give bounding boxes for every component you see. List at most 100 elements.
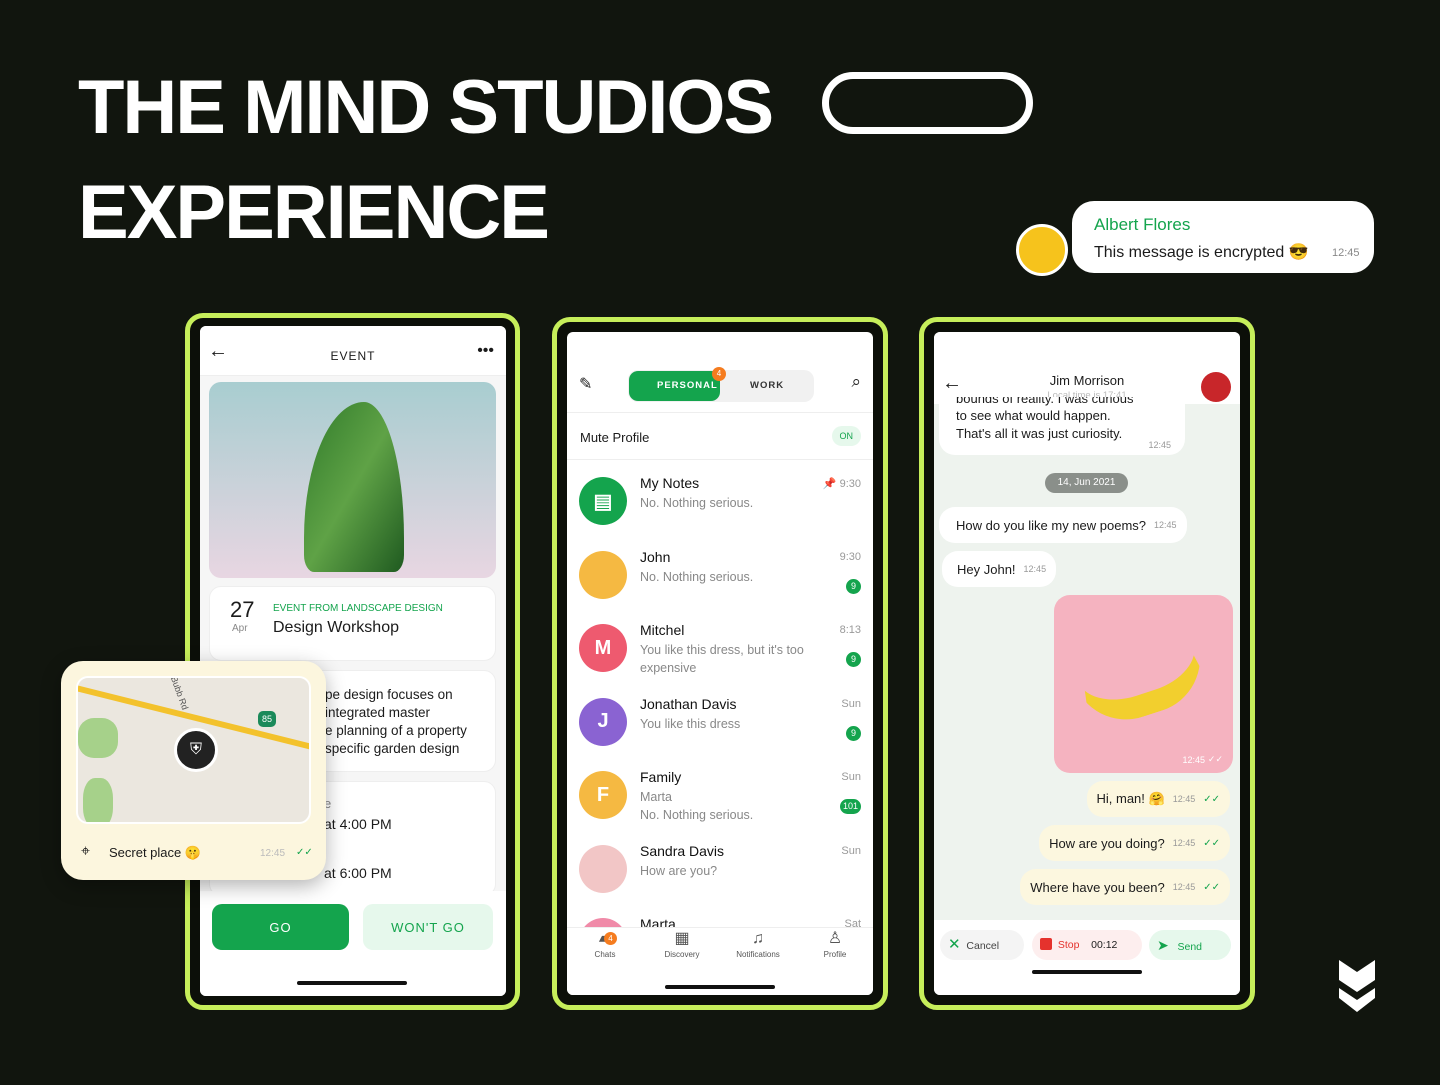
desc-line: specific garden design xyxy=(325,741,460,756)
send-button[interactable]: ➤ Send xyxy=(1149,930,1231,960)
chat-name: Jonathan Davis xyxy=(640,695,737,712)
chat-time: Sun xyxy=(841,697,861,710)
date-day: 27 xyxy=(230,597,255,622)
msg-line: That's all it was just curiosity. xyxy=(956,426,1123,441)
nav-chats[interactable]: ▰Chats xyxy=(570,928,640,959)
close-icon: ✕ xyxy=(948,936,961,953)
unread-badge: 9 xyxy=(846,652,861,667)
mute-profile-label: Mute Profile xyxy=(580,430,650,445)
cancel-label: Cancel xyxy=(966,940,1000,952)
nav-label: Notifications xyxy=(736,950,780,959)
search-icon[interactable]: ⌕ xyxy=(851,372,861,392)
chat-preview: No. Nothing serious. xyxy=(640,569,754,584)
end-time: at 6:00 PM xyxy=(324,865,392,881)
home-indicator xyxy=(297,981,407,985)
location-label: Secret place 🤫 xyxy=(109,845,202,860)
avatar: F xyxy=(579,771,627,819)
headline-line2: EXPERIENCE xyxy=(78,170,550,255)
wont-go-button[interactable]: WON'T GO xyxy=(363,904,493,950)
decorative-pill xyxy=(822,72,1033,134)
screen-title: EVENT xyxy=(330,349,376,363)
street-label: Bubb Rd xyxy=(168,676,191,712)
compose-icon[interactable]: ✎ xyxy=(579,374,592,394)
msg-line: to see what would happen. xyxy=(956,408,1111,423)
headline-line1: THE MIND STUDIOS xyxy=(78,65,774,150)
tab-personal[interactable]: PERSONAL xyxy=(629,371,720,401)
cancel-button[interactable]: ✕ Cancel xyxy=(940,930,1024,960)
event-name: Design Workshop xyxy=(273,619,399,636)
chat-name: John xyxy=(640,548,671,565)
record-duration: 00:12 xyxy=(1091,939,1118,951)
msg-time: 12:45 xyxy=(1182,755,1205,765)
notes-icon: ▤ xyxy=(579,477,627,525)
event-label: EVENT FROM LANDSCAPE DESIGN xyxy=(273,603,443,614)
nav-discovery[interactable]: ▦ Discovery xyxy=(647,928,717,959)
chat-list-item[interactable]: ▤ My Notes No. Nothing serious. 📌 9:30 xyxy=(567,465,873,538)
nav-label: Chats xyxy=(594,950,616,959)
banana-image[interactable]: 12:45 ✓✓ xyxy=(1054,595,1233,773)
msg-time: 12:45 xyxy=(1023,564,1047,574)
msg-time: 12:45 xyxy=(1148,440,1171,450)
avatar xyxy=(579,550,627,599)
start-time: at 4:00 PM xyxy=(324,816,392,832)
date-chip: 14, Jun 2021 xyxy=(1045,473,1128,493)
read-check-icon: ✓✓ xyxy=(1203,881,1220,893)
tab-badge: 4 xyxy=(712,367,726,381)
chat-name: Family xyxy=(640,769,682,785)
location-message-card[interactable]: Bubb Rd 85 ⛨ ⌖ Secret place 🤫 12:45 ✓✓ xyxy=(61,661,326,880)
go-button[interactable]: GO xyxy=(212,904,349,950)
event-card[interactable]: 27 Apr EVENT FROM LANDSCAPE DESIGN Desig… xyxy=(209,586,496,661)
bell-icon: ♫ xyxy=(752,930,764,947)
unread-badge: 101 xyxy=(839,799,861,814)
chat-list-item[interactable]: John No. Nothing serious. 9:30 9 xyxy=(567,539,873,612)
leaf-image xyxy=(209,382,496,578)
home-indicator xyxy=(1032,970,1142,974)
read-check-icon: ✓✓ xyxy=(1203,793,1220,805)
chat-time: Sun xyxy=(841,771,861,783)
sender-name: Albert Flores xyxy=(1094,215,1191,234)
msg-time: 12:45 xyxy=(1172,794,1196,804)
chat-name: Mitchel xyxy=(640,622,685,638)
desc-line: pe design focuses on xyxy=(325,687,453,702)
chat-preview: You like this dress, but it's too expens… xyxy=(640,643,804,675)
avatar-initial: J xyxy=(597,710,609,732)
shield-icon: ⛨ xyxy=(174,728,218,772)
nav-profile[interactable]: ♙ Profile xyxy=(800,928,870,959)
send-icon: ➤ xyxy=(1157,937,1169,953)
unread-badge: 9 xyxy=(846,578,861,594)
chat-list-item[interactable]: F Family Marta No. Nothing serious. Sun … xyxy=(567,759,873,832)
desc-line: e planning of a property xyxy=(325,723,467,738)
stop-button[interactable]: Stop 00:12 xyxy=(1032,930,1142,960)
contact-name: Jim Morrison xyxy=(1049,373,1125,388)
avatar-initial: M xyxy=(594,636,612,659)
map[interactable]: Bubb Rd 85 ⛨ xyxy=(76,676,311,824)
location-pin-icon: ⌖ xyxy=(81,843,91,860)
nav-notifications[interactable]: ♫ Notifications xyxy=(723,928,793,959)
contact-avatar[interactable] xyxy=(1201,372,1231,402)
send-label: Send xyxy=(1177,941,1203,953)
mind-studios-logo xyxy=(1339,960,1375,1012)
tab-work[interactable]: WORK xyxy=(750,370,784,402)
message-text: This message is encrypted 😎 xyxy=(1094,244,1309,261)
read-check-icon: ✓✓ xyxy=(1207,754,1223,764)
nav-label: Profile xyxy=(823,950,847,959)
avatar: J xyxy=(579,697,627,746)
avatar xyxy=(1016,224,1068,276)
msg-time: 12:45 xyxy=(1172,882,1196,892)
mute-toggle[interactable]: ON xyxy=(831,426,861,446)
chat-preview: How are you? xyxy=(640,863,718,878)
unread-badge: 9 xyxy=(846,725,861,741)
chats-phone: ✎ PERSONAL 4 WORK ⌕ Mute Profile ON ▤ My… xyxy=(552,317,888,1010)
outgoing-message: Where have you been? 12:45 ✓✓ xyxy=(1020,869,1230,905)
desc-line: integrated master xyxy=(325,705,431,720)
more-icon[interactable]: ••• xyxy=(477,342,494,360)
chat-list-item[interactable]: Sandra Davis How are you? Sun xyxy=(567,833,873,906)
message-time: 12:45 xyxy=(1332,247,1360,259)
chat-name: Sandra Davis xyxy=(640,842,725,859)
avatar xyxy=(579,844,627,893)
avatar: M xyxy=(579,624,627,672)
encrypted-message-bubble: Albert Flores This message is encrypted … xyxy=(1072,201,1374,273)
chat-list-item[interactable]: M Mitchel You like this dress, but it's … xyxy=(567,612,873,685)
msg-text: How do you like my new poems? xyxy=(956,517,1147,533)
chat-list-item[interactable]: J Jonathan Davis You like this dress Sun… xyxy=(567,686,873,759)
